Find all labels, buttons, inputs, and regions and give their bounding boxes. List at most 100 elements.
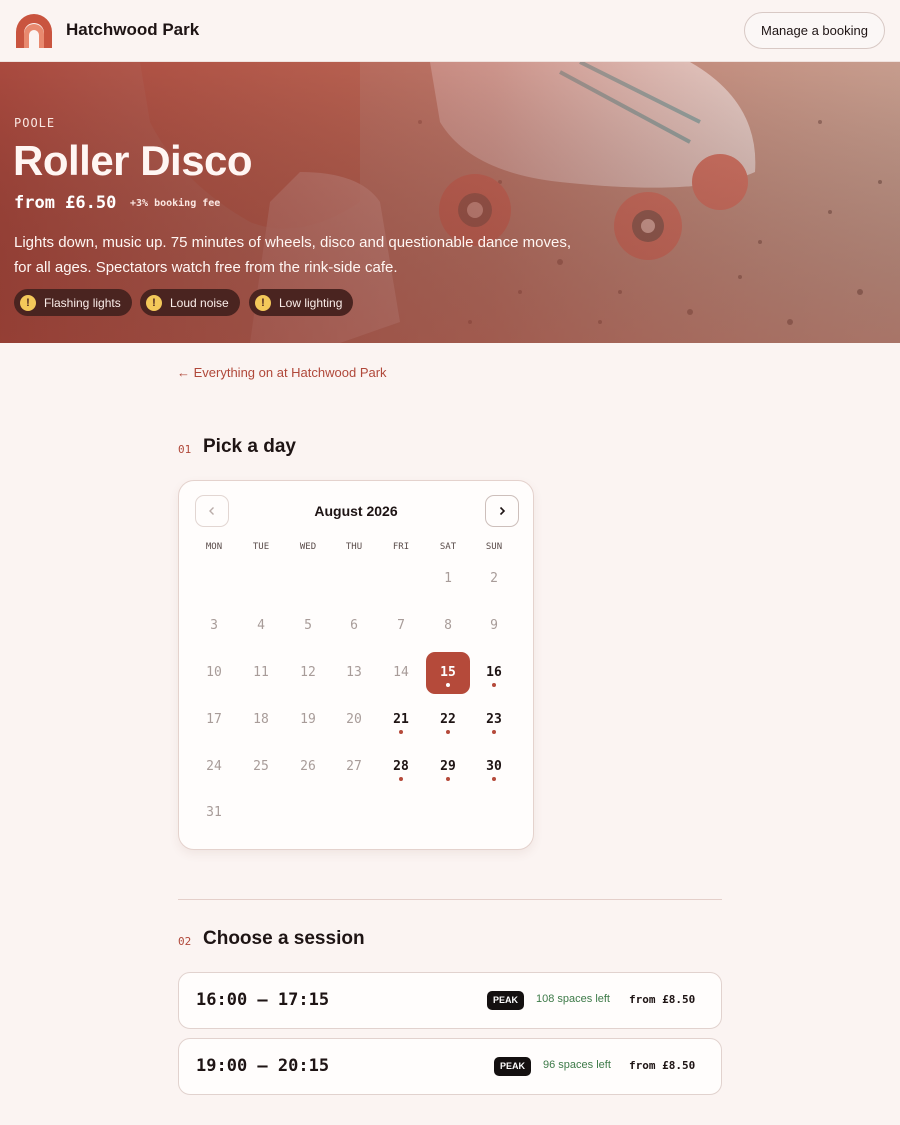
weekday-header: FRI [392, 542, 410, 552]
weekday-header: SAT [439, 542, 457, 552]
calendar-day: 9 [472, 605, 516, 647]
warning-icon: ! [146, 294, 162, 311]
calendar-day: 5 [286, 605, 330, 647]
calendar-day: 31 [192, 792, 236, 834]
session-price: from £8.50 [629, 1059, 696, 1072]
booking-fee-note: +3% booking fee [130, 198, 221, 209]
day-number: 6 [350, 618, 358, 633]
availability-dot [446, 777, 450, 781]
day-number: 13 [346, 665, 362, 680]
warning-chip-loud-noise: ! Loud noise [140, 289, 240, 316]
weekday-header: TUE [252, 542, 270, 552]
day-number: 10 [206, 665, 222, 680]
day-number: 8 [444, 618, 452, 633]
day-number: 5 [304, 618, 312, 633]
calendar-day-selected[interactable]: 15 [426, 652, 470, 694]
calendar-day: 20 [332, 699, 376, 741]
day-number: 27 [346, 759, 362, 774]
warning-chip-flashing-lights: ! Flashing lights [14, 289, 132, 316]
day-number: 29 [440, 759, 456, 774]
calendar-day: 7 [379, 605, 423, 647]
day-number: 3 [210, 618, 218, 633]
top-bar: Hatchwood Park Manage a booking [0, 0, 900, 62]
day-number: 31 [206, 805, 222, 820]
calendar-day: 4 [239, 605, 283, 647]
calendar-day[interactable]: 22 [426, 699, 470, 741]
calendar-day[interactable]: 16 [472, 652, 516, 694]
step-number: 01 [178, 443, 192, 456]
availability-dot [492, 777, 496, 781]
calendar-day: 26 [286, 746, 330, 788]
step-title-pick-day: Pick a day [203, 436, 296, 457]
calendar-day: 13 [332, 652, 376, 694]
back-link[interactable]: ← Everything on at Hatchwood Park [177, 365, 387, 380]
session-row[interactable]: 16:00 – 17:15 PEAK 108 spaces left from … [178, 972, 722, 1029]
calendar-day[interactable]: 21 [379, 699, 423, 741]
calendar-day: 2 [472, 558, 516, 600]
calendar-day: 14 [379, 652, 423, 694]
brand-name[interactable]: Hatchwood Park [66, 20, 199, 40]
day-number: 11 [253, 665, 269, 680]
calendar-day[interactable]: 29 [426, 746, 470, 788]
section-divider [178, 899, 722, 900]
calendar-day[interactable]: 28 [379, 746, 423, 788]
day-number: 15 [440, 665, 456, 680]
calendar: August 2026 MON TUE WED THU FRI SAT SUN 1 2 3 4 5 6 7… [178, 480, 534, 850]
warning-icon: ! [20, 294, 36, 311]
calendar-day[interactable]: 23 [472, 699, 516, 741]
spaces-left: 108 spaces left [536, 993, 610, 1005]
day-number: 21 [393, 712, 409, 727]
calendar-day: 10 [192, 652, 236, 694]
warning-label: Low lighting [279, 295, 343, 310]
day-number: 14 [393, 665, 409, 680]
day-number: 7 [397, 618, 405, 633]
calendar-day: 8 [426, 605, 470, 647]
day-number: 17 [206, 712, 222, 727]
session-row[interactable]: 19:00 – 20:15 PEAK 96 spaces left from £… [178, 1038, 722, 1095]
day-number: 2 [490, 571, 498, 586]
availability-dot [492, 683, 496, 687]
calendar-day: 27 [332, 746, 376, 788]
availability-dot [446, 730, 450, 734]
warning-label: Flashing lights [44, 295, 121, 310]
warning-chip-low-lighting: ! Low lighting [249, 289, 353, 316]
calendar-day: 25 [239, 746, 283, 788]
calendar-day: 12 [286, 652, 330, 694]
availability-dot [399, 777, 403, 781]
step-number: 02 [178, 935, 192, 948]
calendar-day: 24 [192, 746, 236, 788]
day-number: 16 [486, 665, 502, 680]
hero-banner: POOLE Roller Disco from £6.50 +3% bookin… [0, 62, 900, 343]
hero-location: POOLE [14, 116, 56, 130]
session-time: 19:00 – 20:15 [196, 1056, 330, 1076]
event-description: Lights down, music up. 75 minutes of whe… [14, 234, 571, 276]
availability-dot [492, 730, 496, 734]
calendar-day: 6 [332, 605, 376, 647]
chevron-right-icon[interactable] [485, 495, 519, 527]
day-number: 20 [346, 712, 362, 727]
day-number: 25 [253, 759, 269, 774]
calendar-month: August 2026 [314, 503, 398, 519]
day-number: 22 [440, 712, 456, 727]
day-number: 9 [490, 618, 498, 633]
day-number: 18 [253, 712, 269, 727]
calendar-day[interactable]: 30 [472, 746, 516, 788]
calendar-day: 3 [192, 605, 236, 647]
manage-booking-button[interactable]: Manage a booking [744, 12, 885, 49]
warning-icon: ! [255, 294, 271, 311]
availability-dot [446, 683, 450, 687]
session-price: from £8.50 [629, 993, 696, 1006]
day-number: 23 [486, 712, 502, 727]
day-number: 19 [300, 712, 316, 727]
calendar-day: 19 [286, 699, 330, 741]
brand-logo-icon[interactable] [14, 12, 54, 50]
day-number: 12 [300, 665, 316, 680]
weekday-header: WED [299, 542, 317, 552]
calendar-day: 18 [239, 699, 283, 741]
calendar-day: 11 [239, 652, 283, 694]
weekday-header: SUN [485, 542, 503, 552]
day-number: 28 [393, 759, 409, 774]
availability-dot [399, 730, 403, 734]
peak-badge: PEAK [494, 1057, 532, 1076]
step-title-choose-session: Choose a session [203, 928, 365, 949]
